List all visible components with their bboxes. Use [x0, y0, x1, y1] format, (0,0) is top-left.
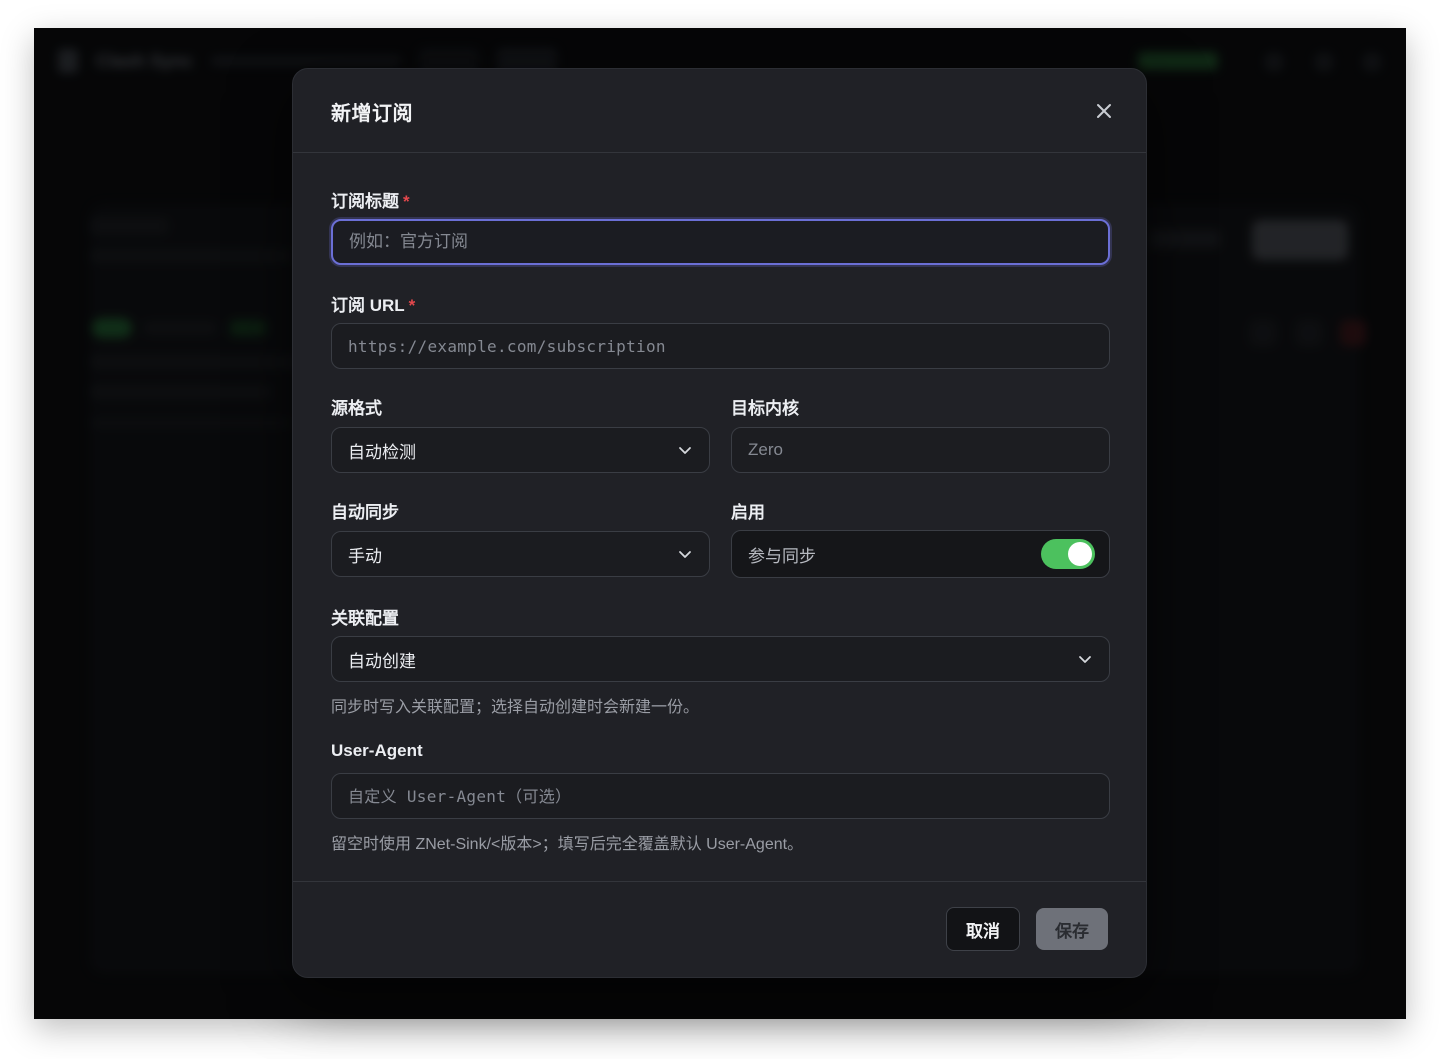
linked-config-select[interactable]: 自动创建: [331, 636, 1110, 682]
source-format-label: 源格式: [331, 399, 382, 418]
cancel-button[interactable]: 取消: [946, 907, 1020, 951]
enabled-toggle-text: 参与同步: [748, 546, 816, 566]
required-mark: *: [408, 296, 416, 315]
user-agent-help: 留空时使用 ZNet-Sink/<版本>；填写后完全覆盖默认 User-Agen…: [331, 836, 804, 853]
source-format-select[interactable]: 自动检测: [331, 427, 710, 473]
add-subscription-dialog: 新增订阅 订阅标题* 订阅 URL* 源格式 自动检测 目标内核 自动同步 手动…: [292, 68, 1147, 978]
dialog-footer: 取消 保存: [293, 881, 1146, 977]
enabled-toggle-field: 参与同步: [731, 530, 1110, 578]
source-format-value: 自动检测: [348, 442, 416, 462]
switch-knob: [1068, 542, 1092, 566]
close-icon: [1097, 104, 1111, 118]
user-agent-input[interactable]: [331, 773, 1110, 819]
enabled-label: 启用: [731, 503, 765, 522]
save-button[interactable]: 保存: [1036, 908, 1108, 950]
url-label-text: 订阅 URL: [331, 296, 405, 315]
auto-sync-select[interactable]: 手动: [331, 531, 710, 577]
enabled-switch[interactable]: [1041, 539, 1095, 569]
required-mark: *: [403, 192, 410, 211]
title-label: 订阅标题 *: [331, 187, 410, 212]
linked-config-help: 同步时写入关联配置；选择自动创建时会新建一份。: [331, 699, 700, 716]
title-input[interactable]: [331, 219, 1110, 265]
dialog-header: 新增订阅: [293, 69, 1146, 153]
auto-sync-label: 自动同步: [331, 503, 399, 522]
target-core-label: 目标内核: [731, 399, 799, 418]
linked-config-label: 关联配置: [331, 609, 399, 628]
auto-sync-value: 手动: [348, 546, 382, 566]
url-input[interactable]: [331, 323, 1110, 369]
dialog-title: 新增订阅: [331, 103, 413, 125]
close-button[interactable]: [1090, 97, 1118, 125]
chevron-down-icon: [1077, 651, 1093, 667]
user-agent-label: User-Agent: [331, 741, 423, 760]
title-label-text: 订阅标题: [331, 192, 399, 211]
linked-config-value: 自动创建: [348, 651, 416, 671]
chevron-down-icon: [677, 442, 693, 458]
url-label: 订阅 URL *: [331, 291, 415, 316]
target-core-input: [731, 427, 1110, 473]
chevron-down-icon: [677, 546, 693, 562]
